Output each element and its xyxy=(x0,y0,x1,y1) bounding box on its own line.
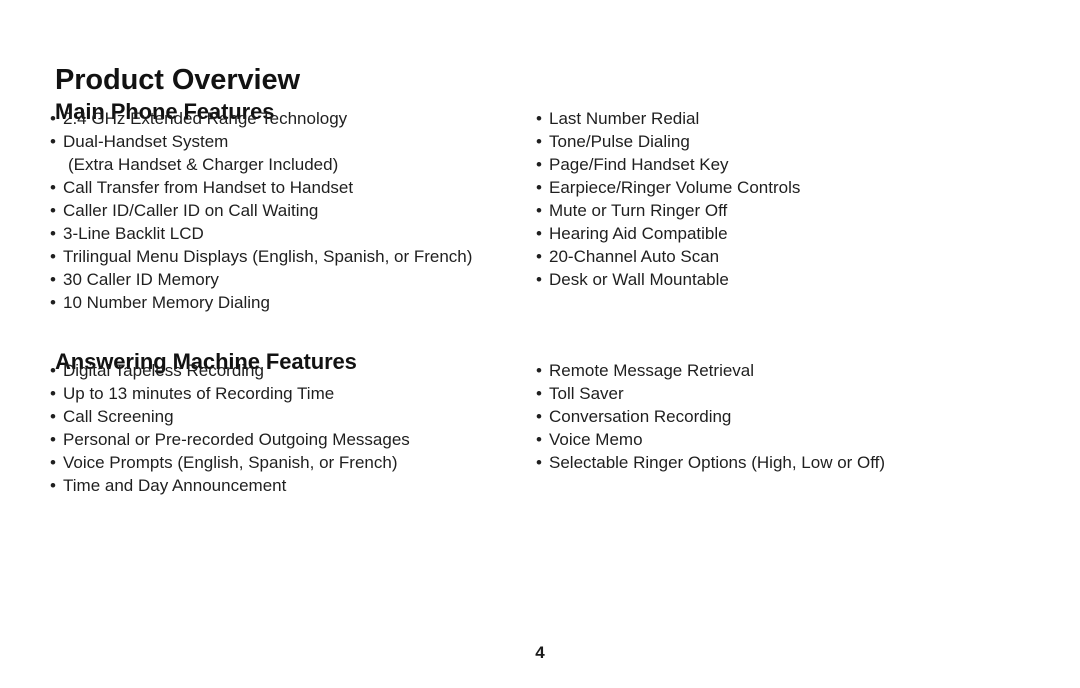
feature-list-item: • Digital Tapeless Recording xyxy=(50,359,530,382)
feature-label: 20-Channel Auto Scan xyxy=(549,247,720,266)
main-phone-features-left-column: • 2.4 GHz Extended Range Technology • Dual-… xyxy=(50,107,530,314)
bullet-icon: • xyxy=(536,178,542,197)
feature-list-item: • Desk or Wall Mountable xyxy=(536,268,1036,291)
feature-label: Call Screening xyxy=(63,407,174,426)
feature-list-item: • Toll Saver xyxy=(536,382,1036,405)
answering-machine-features-left-column: • Digital Tapeless Recording • Up to 13 min… xyxy=(50,359,530,497)
bullet-icon: • xyxy=(50,109,56,128)
bullet-icon: • xyxy=(50,224,56,243)
feature-list-item: • 30 Caller ID Memory xyxy=(50,268,530,291)
feature-list-item: • Call Screening xyxy=(50,405,530,428)
bullet-icon: • xyxy=(50,270,56,289)
feature-label: 3-Line Backlit LCD xyxy=(63,224,204,243)
bullet-icon: • xyxy=(50,201,56,220)
feature-label: Up to 13 minutes of Recording Time xyxy=(63,384,335,403)
feature-label: Caller ID/Caller ID on Call Waiting xyxy=(63,201,319,220)
feature-list-item: • Dual-Handset System xyxy=(50,130,530,153)
bullet-icon: • xyxy=(536,155,542,174)
feature-label: Voice Memo xyxy=(549,430,643,449)
feature-label: Personal or Pre-recorded Outgoing Messag… xyxy=(63,430,410,449)
bullet-icon: • xyxy=(536,109,542,128)
feature-label: Last Number Redial xyxy=(549,109,700,128)
bullet-icon: • xyxy=(50,407,56,426)
feature-list-item: • Up to 13 minutes of Recording Time xyxy=(50,382,530,405)
bullet-icon: • xyxy=(536,270,542,289)
feature-label: Trilingual Menu Displays (English, Spani… xyxy=(63,247,473,266)
bullet-icon: • xyxy=(536,224,542,243)
feature-list-item: • 3-Line Backlit LCD xyxy=(50,222,530,245)
feature-list-item: • 20-Channel Auto Scan xyxy=(536,245,1036,268)
bullet-icon: • xyxy=(50,361,56,380)
bullet-icon: • xyxy=(50,453,56,472)
feature-label: Desk or Wall Mountable xyxy=(549,270,729,289)
feature-label: 2.4 GHz Extended Range Technology xyxy=(63,109,348,128)
feature-list-item: • Voice Memo xyxy=(536,428,1036,451)
bullet-icon: • xyxy=(50,178,56,197)
document-page: Product Overview Main Phone Features • 2.… xyxy=(0,0,1080,688)
answering-machine-features-right-column: • Remote Message Retrieval • Toll Saver • Con… xyxy=(536,359,1036,474)
bullet-icon: • xyxy=(536,201,542,220)
feature-list-item: • Last Number Redial xyxy=(536,107,1036,130)
bullet-icon: • xyxy=(536,453,542,472)
feature-label: Time and Day Announcement xyxy=(63,476,287,495)
bullet-icon: • xyxy=(50,247,56,266)
feature-label: Remote Message Retrieval xyxy=(549,361,755,380)
feature-label: Toll Saver xyxy=(549,384,624,403)
feature-label: Digital Tapeless Recording xyxy=(63,361,264,380)
feature-label: Tone/Pulse Dialing xyxy=(549,132,690,151)
bullet-icon: • xyxy=(536,384,542,403)
page-number: 4 xyxy=(535,643,545,662)
feature-list-item: • Time and Day Announcement xyxy=(50,474,530,497)
feature-list-item: • Mute or Turn Ringer Off xyxy=(536,199,1036,222)
bullet-icon: • xyxy=(50,293,56,312)
bullet-icon: • xyxy=(536,361,542,380)
feature-list-item: • Conversation Recording xyxy=(536,405,1036,428)
bullet-icon: • xyxy=(536,407,542,426)
feature-list-item: • Hearing Aid Compatible xyxy=(536,222,1036,245)
main-phone-features-right-column: • Last Number Redial • Tone/Pulse Dialing • P… xyxy=(536,107,1036,291)
feature-list-item: • Tone/Pulse Dialing xyxy=(536,130,1036,153)
feature-list-item: • Voice Prompts (English, Spanish, or Fre… xyxy=(50,451,530,474)
feature-label: 10 Number Memory Dialing xyxy=(63,293,270,312)
feature-label: Hearing Aid Compatible xyxy=(549,224,728,243)
feature-list-item: • Page/Find Handset Key xyxy=(536,153,1036,176)
feature-list-item: • Remote Message Retrieval xyxy=(536,359,1036,382)
feature-list-item: • Selectable Ringer Options (High, Low or… xyxy=(536,451,1036,474)
feature-list-item: • Trilingual Menu Displays (English, Span… xyxy=(50,245,530,268)
bullet-icon: • xyxy=(50,384,56,403)
feature-list-item: • Caller ID/Caller ID on Call Waiting xyxy=(50,199,530,222)
page-title: Product Overview xyxy=(55,64,300,97)
feature-label: 30 Caller ID Memory xyxy=(63,270,219,289)
feature-list-item: • Personal or Pre-recorded Outgoing Messa… xyxy=(50,428,530,451)
bullet-icon: • xyxy=(50,430,56,449)
feature-label: Selectable Ringer Options (High, Low or … xyxy=(549,453,886,472)
feature-list-item: (Extra Handset & Charger Included) xyxy=(50,153,530,176)
feature-label: Earpiece/Ringer Volume Controls xyxy=(549,178,801,197)
feature-label: Call Transfer from Handset to Handset xyxy=(63,178,354,197)
feature-list-item: • Earpiece/Ringer Volume Controls xyxy=(536,176,1036,199)
feature-label: Page/Find Handset Key xyxy=(549,155,729,174)
feature-label: Mute or Turn Ringer Off xyxy=(549,201,728,220)
feature-label: Conversation Recording xyxy=(549,407,732,426)
bullet-icon: • xyxy=(536,430,542,449)
feature-label: Dual-Handset System xyxy=(63,132,229,151)
feature-list-item: • Call Transfer from Handset to Handset xyxy=(50,176,530,199)
bullet-icon: • xyxy=(536,247,542,266)
feature-label: (Extra Handset & Charger Included) xyxy=(68,155,339,174)
bullet-icon: • xyxy=(50,476,56,495)
feature-list-item: • 10 Number Memory Dialing xyxy=(50,291,530,314)
feature-label: Voice Prompts (English, Spanish, or Fren… xyxy=(63,453,398,472)
feature-list-item: • 2.4 GHz Extended Range Technology xyxy=(50,107,530,130)
bullet-icon: • xyxy=(50,132,56,151)
bullet-icon: • xyxy=(536,132,542,151)
